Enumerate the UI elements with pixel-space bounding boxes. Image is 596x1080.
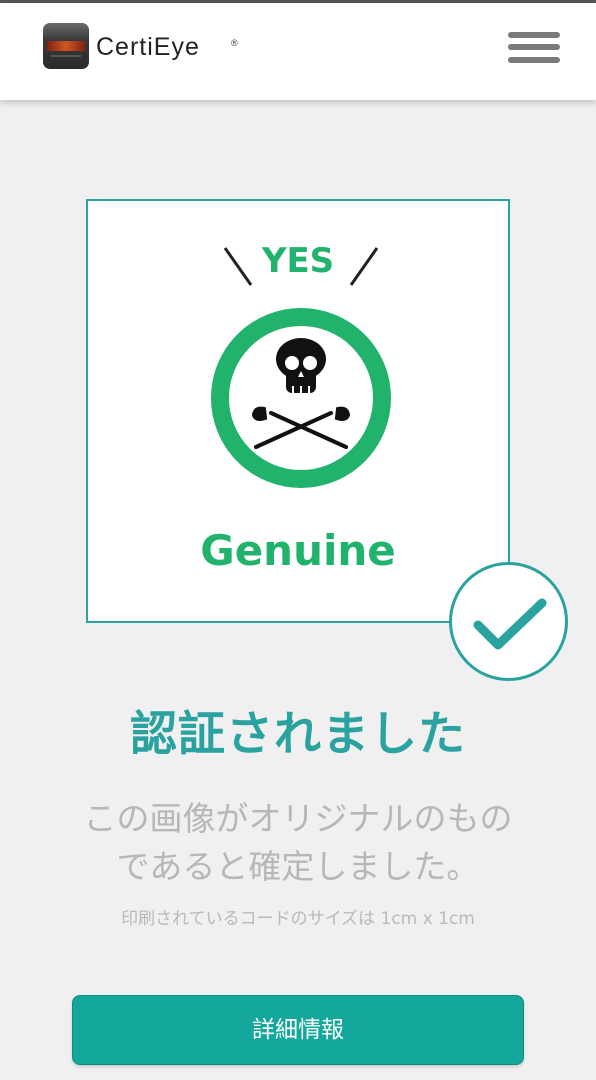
app-header: CertiEye ® [0, 3, 596, 100]
code-size-note: 印刷されているコードのサイズは 1cm x 1cm [121, 909, 475, 929]
genuine-label: Genuine [200, 526, 396, 575]
verified-check-badge [449, 562, 568, 681]
brand-name[interactable]: CertiEye [96, 33, 200, 62]
verified-code-image: YES Genuine [86, 199, 510, 623]
details-button[interactable]: 詳細情報 [72, 995, 524, 1065]
verification-description: この画像がオリジナルのもの であると確定しました。 [0, 795, 596, 891]
registered-mark: ® [231, 38, 238, 48]
description-line-1: この画像がオリジナルのもの [83, 799, 513, 838]
checkmark-icon [473, 598, 547, 650]
certieye-logo-icon[interactable] [43, 23, 89, 69]
description-line-2: であると確定しました。 [116, 847, 480, 886]
skull-crossed-golf-clubs-icon [251, 338, 351, 449]
hamburger-menu-icon[interactable] [508, 32, 560, 68]
verification-title: 認証されました [130, 707, 466, 762]
yes-label: YES [261, 241, 335, 281]
